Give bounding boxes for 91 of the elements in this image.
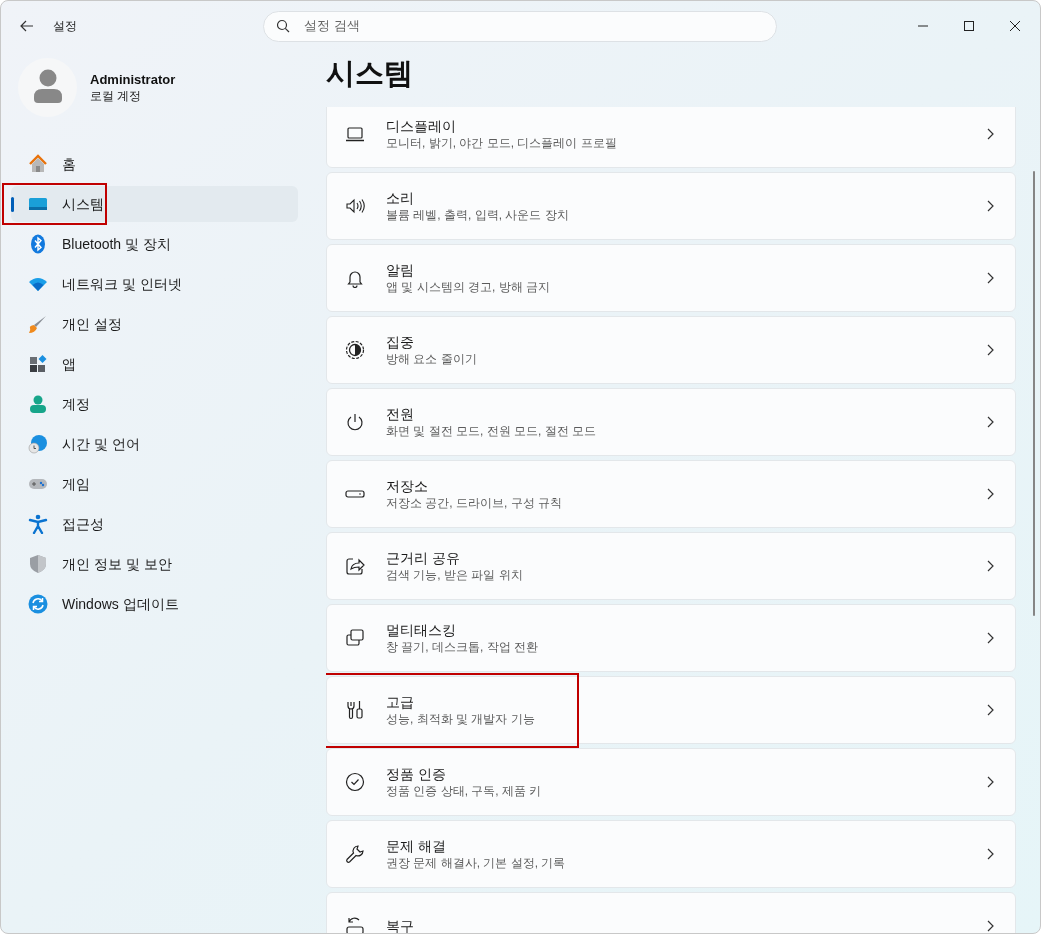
sidebar-item[interactable]: 접근성	[11, 506, 298, 542]
checkmark-circle-icon	[345, 772, 365, 792]
search-icon	[276, 19, 290, 33]
back-arrow-icon	[20, 20, 34, 32]
chevron-right-icon	[987, 848, 994, 860]
chevron-right-icon	[987, 128, 994, 140]
card-subtitle: 저장소 공간, 드라이브, 구성 규칙	[386, 495, 562, 511]
page-title: 시스템	[326, 56, 414, 91]
card-title: 고급	[386, 693, 415, 711]
brush-icon	[28, 314, 48, 334]
sidebar-item[interactable]: 계정	[11, 386, 298, 422]
sidebar-item[interactable]: 게임	[11, 466, 298, 502]
power-icon	[345, 412, 365, 432]
settings-card[interactable]: 저장소 저장소 공간, 드라이브, 구성 규칙	[326, 460, 1016, 528]
account-name: Administrator	[90, 71, 176, 88]
settings-card[interactable]: 근거리 공유 검색 기능, 받은 파일 위치	[326, 532, 1016, 600]
shield-icon	[28, 554, 48, 574]
accessibility-icon	[28, 514, 48, 534]
card-title: 소리	[386, 189, 415, 207]
sidebar-item[interactable]: 네트워크 및 인터넷	[11, 266, 298, 302]
card-title: 저장소	[386, 477, 429, 495]
chevron-right-icon	[987, 272, 994, 284]
bluetooth-icon	[28, 234, 48, 254]
search-input[interactable]: 설정 검색	[304, 16, 744, 36]
home-icon	[28, 154, 48, 174]
person-icon	[28, 394, 48, 414]
refresh-icon	[28, 594, 48, 614]
card-subtitle: 볼륨 레벨, 출력, 입력, 사운드 장치	[386, 207, 569, 223]
sidebar-item[interactable]: Bluetooth 및 장치	[11, 226, 298, 262]
laptop-icon	[345, 124, 365, 144]
card-title: 멀티태스킹	[386, 621, 457, 639]
speaker-icon	[345, 196, 365, 216]
settings-card[interactable]: 복구	[326, 892, 1016, 933]
chevron-right-icon	[987, 200, 994, 212]
recovery-icon	[345, 916, 365, 933]
card-title: 근거리 공유	[386, 549, 461, 567]
scrollbar[interactable]	[1033, 171, 1035, 616]
card-subtitle: 창 끌기, 데스크톱, 작업 전환	[386, 639, 538, 655]
settings-card[interactable]: 알림 앱 및 시스템의 경고, 방해 금지	[326, 244, 1016, 312]
sidebar-item[interactable]: 시스템	[11, 186, 298, 222]
card-subtitle: 검색 기능, 받은 파일 위치	[386, 567, 523, 583]
chevron-right-icon	[987, 704, 994, 716]
card-title: 디스플레이	[386, 117, 457, 135]
share-icon	[345, 556, 365, 576]
settings-card[interactable]: 멀티태스킹 창 끌기, 데스크톱, 작업 전환	[326, 604, 1016, 672]
bell-icon	[345, 268, 365, 288]
chevron-right-icon	[987, 776, 994, 788]
card-subtitle: 성능, 최적화 및 개발자 기능	[386, 711, 535, 727]
minimize-icon	[918, 25, 928, 27]
sidebar-item[interactable]: 앱	[11, 346, 298, 382]
sidebar-item[interactable]: Windows 업데이트	[11, 586, 298, 622]
card-subtitle: 정품 인증 상태, 구독, 제품 키	[386, 783, 542, 799]
card-subtitle: 권장 문제 해결사, 기본 설정, 기록	[386, 855, 566, 871]
card-subtitle: 화면 및 절전 모드, 전원 모드, 절전 모드	[386, 423, 596, 439]
card-title: 문제 해결	[386, 837, 447, 855]
chevron-right-icon	[987, 344, 994, 356]
settings-card[interactable]: 정품 인증 정품 인증 상태, 구독, 제품 키	[326, 748, 1016, 816]
card-title: 복구	[386, 917, 414, 933]
settings-card[interactable]: 전원 화면 및 절전 모드, 전원 모드, 절전 모드	[326, 388, 1016, 456]
chevron-right-icon	[987, 920, 994, 932]
sidebar-item[interactable]: 홈	[11, 146, 298, 182]
card-subtitle: 방해 요소 줄이기	[386, 351, 477, 367]
chevron-right-icon	[987, 416, 994, 428]
search-field[interactable]: 설정 검색	[263, 10, 777, 42]
settings-card[interactable]: 소리 볼륨 레벨, 출력, 입력, 사운드 장치	[326, 172, 1016, 240]
globe-clock-icon	[28, 434, 48, 454]
chevron-right-icon	[987, 560, 994, 572]
close-icon	[1010, 21, 1020, 31]
card-subtitle: 앱 및 시스템의 경고, 방해 금지	[386, 279, 550, 295]
card-subtitle: 모니터, 밝기, 야간 모드, 디스플레이 프로필	[386, 135, 617, 151]
sidebar-item[interactable]: 시간 및 언어	[11, 426, 298, 462]
wrench-icon	[345, 844, 365, 864]
settings-card[interactable]: 집중 방해 요소 줄이기	[326, 316, 1016, 384]
sidebar-item[interactable]: 개인 정보 및 보안	[11, 546, 298, 582]
card-title: 알림	[386, 261, 415, 279]
maximize-icon	[964, 21, 974, 31]
apps-icon	[28, 354, 48, 374]
card-title: 정품 인증	[386, 765, 447, 783]
settings-card[interactable]: 디스플레이 모니터, 밝기, 야간 모드, 디스플레이 프로필	[326, 107, 1016, 168]
windows-icon	[345, 628, 365, 648]
focus-icon	[345, 340, 365, 360]
tools-icon	[345, 700, 365, 720]
card-title: 전원	[386, 405, 415, 423]
card-title: 집중	[386, 333, 415, 351]
chevron-right-icon	[987, 632, 994, 644]
settings-card[interactable]: 문제 해결 권장 문제 해결사, 기본 설정, 기록	[326, 820, 1016, 888]
chevron-right-icon	[987, 488, 994, 500]
account-type: 로컬 계정	[90, 88, 143, 104]
settings-card[interactable]: 고급 성능, 최적화 및 개발자 기능	[326, 676, 1016, 744]
sidebar-item[interactable]: 개인 설정	[11, 306, 298, 342]
window-title: 설정	[53, 18, 77, 35]
